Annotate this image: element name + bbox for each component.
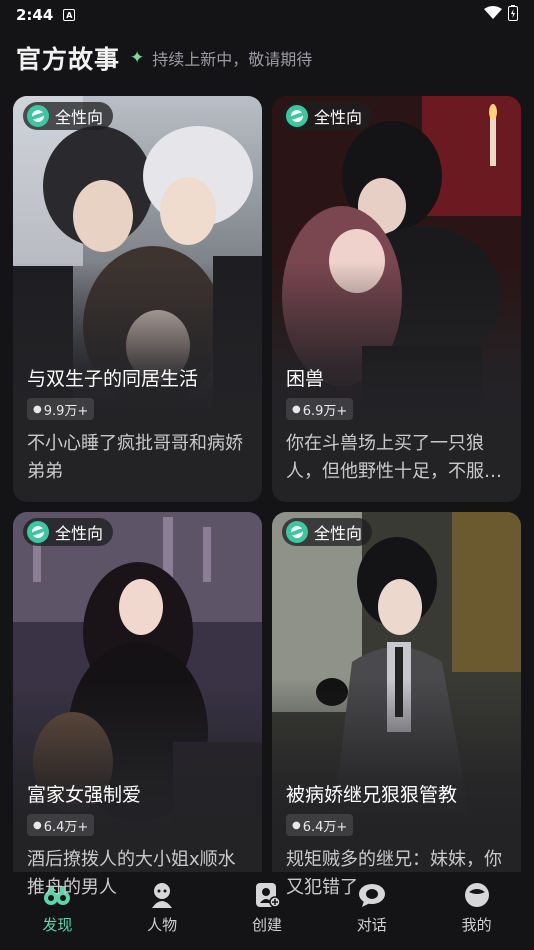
view-count-badge: ● 6.4万+ (27, 814, 95, 836)
wifi-icon (484, 6, 502, 24)
page-subtitle: 持续上新中，敬请期待 (152, 50, 313, 69)
orientation-tag: 全性向 (282, 518, 373, 546)
notification-icon: A (63, 9, 76, 21)
tag-label: 全性向 (55, 108, 104, 127)
flame-icon: ● (292, 403, 301, 415)
story-grid: 全性向 与双生子的同居生活 ● 9.9万+ 不小心睡了疯批哥哥和病娇弟弟 全性向… (13, 96, 521, 918)
view-count: 6.4万+ (43, 819, 89, 835)
story-card[interactable]: 全性向 富家女强制爱 ● 6.4万+ 酒后撩拨人的大小姐x顺水推舟的男人 (13, 512, 262, 918)
nav-label: 人物 (147, 916, 178, 934)
story-title: 困兽 (286, 368, 325, 390)
nav-label: 创建 (251, 916, 282, 934)
tag-label: 全性向 (55, 524, 104, 543)
nav-label: 对话 (356, 916, 387, 934)
story-title: 富家女强制爱 (27, 784, 142, 806)
flame-icon: ● (33, 819, 42, 831)
planet-icon (27, 105, 49, 127)
planet-icon (27, 521, 49, 543)
tag-label: 全性向 (314, 108, 363, 127)
view-count-badge: ● 6.4万+ (286, 814, 354, 836)
story-card[interactable]: 全性向 困兽 ● 6.9万+ 你在斗兽场上买了一只狼人，但他野性十足，不服管教 (272, 96, 521, 502)
status-bar: 2:44 A (0, 0, 534, 30)
create-icon (253, 882, 281, 908)
story-card[interactable]: 全性向 与双生子的同居生活 ● 9.9万+ 不小心睡了疯批哥哥和病娇弟弟 (13, 96, 262, 502)
story-card[interactable]: 全性向 被病娇继兄狠狠管教 ● 6.4万+ 规矩贼多的继兄：妹妹，你又犯错了 (272, 512, 521, 918)
view-count-badge: ● 6.9万+ (286, 398, 354, 420)
planet-icon (286, 105, 308, 127)
story-description: 酒后撩拨人的大小姐x顺水推舟的男人 (27, 849, 236, 898)
story-description: 你在斗兽场上买了一只狼人，但他野性十足，不服管教 (286, 433, 502, 482)
status-icons (484, 5, 518, 25)
orientation-tag: 全性向 (282, 102, 373, 130)
flame-icon: ● (292, 819, 301, 831)
tag-label: 全性向 (314, 524, 363, 543)
orientation-tag: 全性向 (23, 518, 114, 546)
sparkle-icon: ✦ (130, 48, 145, 68)
story-title: 与双生子的同居生活 (27, 368, 199, 390)
view-count: 9.9万+ (43, 403, 89, 419)
flame-icon: ● (33, 403, 42, 415)
page-title: 官方故事 (16, 45, 121, 74)
section-header: 官方故事 ✦ 持续上新中，敬请期待 (16, 40, 312, 76)
view-count: 6.9万+ (302, 403, 348, 419)
status-time: 2:44 (16, 6, 54, 24)
view-count: 6.4万+ (302, 819, 348, 835)
planet-icon (286, 521, 308, 543)
story-title: 被病娇继兄狠狠管教 (286, 784, 458, 806)
battery-icon (508, 5, 518, 25)
nav-label: 发现 (42, 916, 73, 934)
story-description: 规矩贼多的继兄：妹妹，你又犯错了 (286, 849, 502, 898)
story-description: 不小心睡了疯批哥哥和病娇弟弟 (27, 433, 243, 482)
orientation-tag: 全性向 (23, 102, 114, 130)
view-count-badge: ● 9.9万+ (27, 398, 95, 420)
nav-label: 我的 (461, 916, 492, 934)
